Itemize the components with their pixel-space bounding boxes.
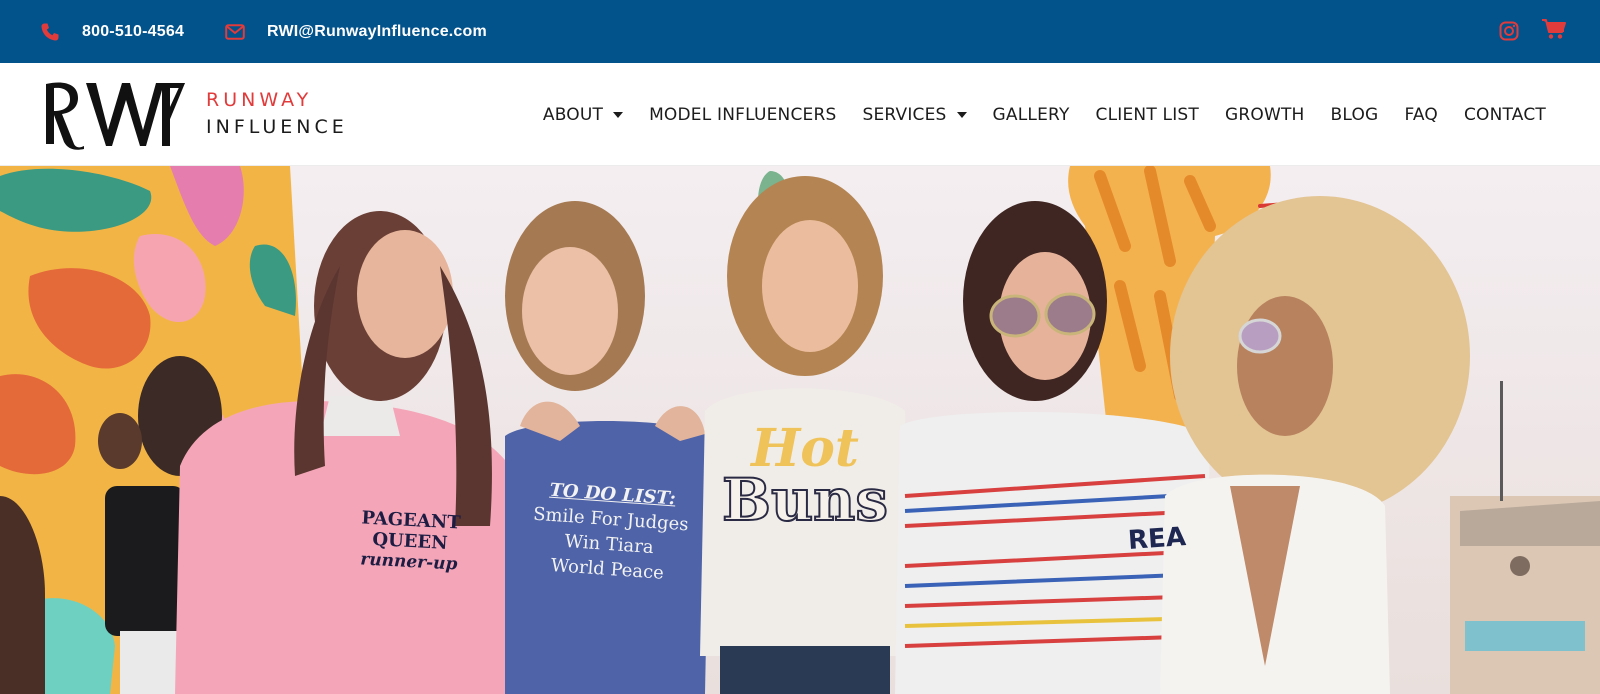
nav-client-list[interactable]: CLIENT LIST (1096, 105, 1199, 125)
phone-icon (40, 22, 60, 42)
nav-growth-label: GROWTH (1225, 104, 1305, 125)
nav-blog-label: BLOG (1330, 104, 1379, 125)
top-contact-bar: 800-510-4564 RWI@RunwayInfluence.com (0, 0, 1600, 63)
nav-gallery[interactable]: GALLERY (993, 105, 1070, 125)
shirt-text-line: Buns (721, 466, 889, 535)
phone-number: 800-510-4564 (82, 22, 185, 40)
shopping-cart-icon[interactable] (1541, 18, 1567, 45)
phone-link[interactable]: 800-510-4564 (40, 0, 184, 63)
site-header: RUNWAY INFLUENCE ABOUT MODEL INFLUENCERS… (0, 63, 1600, 166)
logo-mark (46, 82, 185, 150)
instagram-icon[interactable] (1499, 21, 1519, 46)
nav-services[interactable]: SERVICES (862, 104, 967, 125)
shirt-hot-buns: Hot Buns (720, 422, 890, 535)
nav-about[interactable]: ABOUT (542, 104, 624, 125)
nav-about-label: ABOUT (542, 104, 604, 125)
shirt-rea: REA (1127, 522, 1187, 556)
nav-blog[interactable]: BLOG (1331, 105, 1379, 125)
email-address: RWI@RunwayInfluence.com (267, 22, 487, 40)
nav-growth[interactable]: GROWTH (1225, 105, 1305, 125)
nav-client-list-label: CLIENT LIST (1095, 104, 1199, 125)
nav-contact[interactable]: CONTACT (1464, 105, 1546, 125)
envelope-icon (225, 23, 245, 40)
hero-image: PAGEANT QUEEN runner-up TO DO LIST: Smil… (0, 166, 1600, 694)
nav-model-influencers-label: MODEL INFLUENCERS (649, 104, 837, 125)
nav-faq[interactable]: FAQ (1404, 105, 1438, 125)
chevron-down-icon (956, 111, 967, 118)
shirt-to-do-list: TO DO LIST: Smile For Judges Win Tiara W… (517, 478, 703, 586)
nav-services-label: SERVICES (862, 104, 947, 125)
email-link[interactable]: RWI@RunwayInfluence.com (225, 0, 487, 63)
nav-gallery-label: GALLERY (992, 104, 1070, 125)
main-navigation: ABOUT MODEL INFLUENCERS SERVICES GALLERY… (543, 63, 1546, 166)
nav-model-influencers[interactable]: MODEL INFLUENCERS (649, 105, 836, 125)
nav-faq-label: FAQ (1404, 104, 1438, 125)
chevron-down-icon (613, 111, 624, 118)
shirt-pageant-queen: PAGEANT QUEEN runner-up (328, 506, 491, 576)
logo-text-runway: RUNWAY (206, 89, 313, 111)
logo-text-influence: INFLUENCE (206, 116, 348, 138)
site-logo[interactable]: RUNWAY INFLUENCE (44, 80, 354, 150)
nav-contact-label: CONTACT (1463, 104, 1546, 125)
